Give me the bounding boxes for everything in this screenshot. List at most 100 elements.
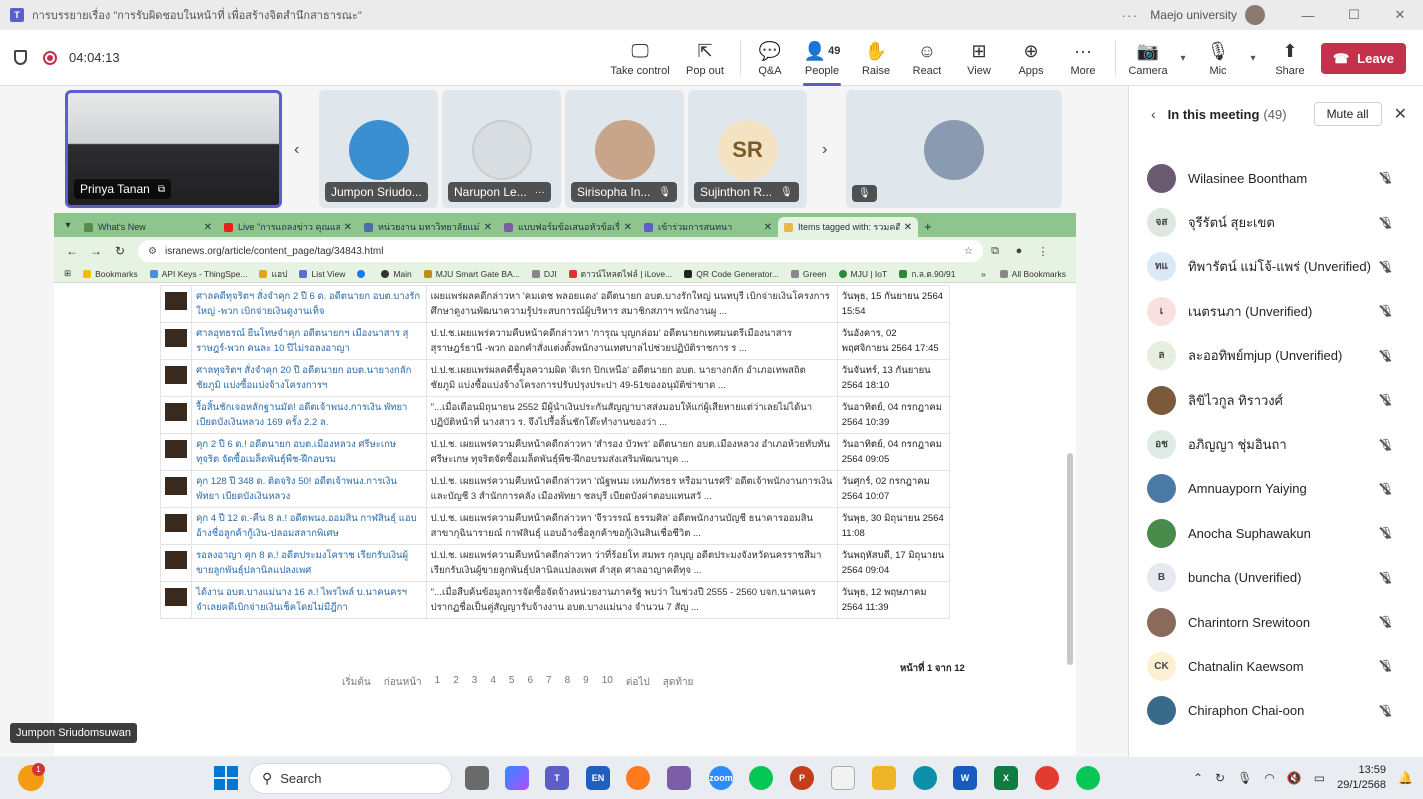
bookmark-item[interactable]: Main <box>381 269 412 279</box>
mic-off-icon[interactable]: 🎙 <box>1379 438 1394 452</box>
chevron-right-icon[interactable]: › <box>822 141 827 159</box>
page-scrollbar[interactable] <box>1066 283 1074 755</box>
close-tab-icon[interactable]: ✕ <box>764 222 772 233</box>
chrome-icon[interactable] <box>1035 766 1059 790</box>
participant-row[interactable]: CK Chatnalin Kaewsom 🎙 <box>1129 644 1423 688</box>
browser-menu-icon[interactable]: ⋮ <box>1031 245 1055 258</box>
raise-hand-button[interactable]: ✋ Raise <box>851 30 901 86</box>
battery-icon[interactable]: ▭ <box>1314 771 1325 785</box>
bookmark-item[interactable]: List View <box>299 269 345 279</box>
participant-row[interactable]: Chiraphon Chai-oon 🎙 <box>1129 689 1423 733</box>
mic-off-icon[interactable]: 🎙 <box>1379 659 1394 673</box>
camera-button[interactable]: 📷 Camera <box>1122 30 1174 86</box>
snipping-tool-icon[interactable] <box>667 766 691 790</box>
video-tile-narupon[interactable]: Narupon Le... ··· <box>442 90 561 208</box>
people-button[interactable]: 👤 49 People <box>793 30 851 86</box>
taskbar-search[interactable]: ⚲ Search <box>249 763 452 794</box>
more-options-icon[interactable]: ··· <box>1121 7 1138 23</box>
edge-icon[interactable] <box>913 766 937 790</box>
bookmark-star-icon[interactable]: ☆ <box>964 246 973 257</box>
pager-link[interactable]: 3 <box>472 675 478 690</box>
mic-off-icon[interactable]: 🎙 <box>1379 216 1394 230</box>
back-icon[interactable]: ← <box>60 244 84 258</box>
article-title-link[interactable]: ศาลทุจริตฯ สั่งจำคุก 20 ปี อดีตนายก อบต.… <box>191 359 427 397</box>
participant-row[interactable]: ลิขิไวกูล ทิราวงศ์ 🎙 <box>1129 378 1423 422</box>
pop-out-button[interactable]: ⇱ Pop out <box>676 30 734 86</box>
copilot-icon[interactable] <box>505 766 529 790</box>
bookmark-item[interactable]: QR Code Generator... <box>684 269 779 279</box>
start-button[interactable] <box>214 766 238 790</box>
pager-link[interactable]: สุดท้าย <box>663 675 694 690</box>
video-tile-jumpon[interactable]: Jumpon Sriudo... <box>319 90 438 208</box>
bookmark-item[interactable]: Green <box>790 269 827 279</box>
browser-tab[interactable]: หน่วยงาน มหาวิทยาลัยแม่โจ้ ✕ <box>358 217 498 237</box>
mic-off-icon[interactable]: 🎙 <box>1379 526 1394 540</box>
account-avatar[interactable] <box>1245 5 1265 25</box>
mic-off-icon[interactable]: 🎙 <box>1379 304 1394 318</box>
pager-link[interactable]: ก่อนหน้า <box>384 675 422 690</box>
pager-link[interactable]: 10 <box>602 675 613 690</box>
mic-off-icon[interactable]: 🎙 <box>1379 615 1394 629</box>
bookmark-item[interactable]: MJU | IoT <box>838 269 887 279</box>
article-thumbnail[interactable] <box>165 514 187 532</box>
article-title-link[interactable]: รื้อสิ้นชักเจอหลักฐานมัด! อดีตเจ้าพนง.กา… <box>191 396 427 434</box>
pager-link[interactable]: 5 <box>509 675 515 690</box>
mic-off-icon[interactable]: 🎙 <box>1379 704 1394 718</box>
forward-icon[interactable]: → <box>84 244 108 258</box>
participant-row[interactable]: Anocha Suphawakun 🎙 <box>1129 511 1423 555</box>
article-thumbnail[interactable] <box>165 292 187 310</box>
share-button[interactable]: ⬆ Share <box>1262 30 1318 86</box>
close-tab-icon[interactable]: ✕ <box>904 222 912 233</box>
line-icon[interactable] <box>1076 766 1100 790</box>
more-button[interactable]: ··· More <box>1057 30 1109 86</box>
participant-row[interactable]: ทแ ทิพารัตน์ แม่โจ้-แพร่ (Unverified) 🎙 <box>1129 245 1423 289</box>
article-title-link[interactable]: คุก 4 ปี 12 ด.-คืน 8 ล.! อดีตพนง.ออมสิน … <box>191 507 427 545</box>
notepad-icon[interactable] <box>831 766 855 790</box>
back-chevron-icon[interactable]: ‹ <box>1151 106 1156 122</box>
pager-link[interactable]: 6 <box>527 675 533 690</box>
more-options-icon[interactable]: ··· <box>535 187 545 198</box>
video-tile-prinya[interactable]: Prinya Tanan ⧉ <box>65 90 282 208</box>
pager-link[interactable]: เริ่มต้น <box>342 675 371 690</box>
article-title-link[interactable]: ได้งาน อบต.บางแม่นาง 16 ล.! ไพรไพล์ บ.นา… <box>191 581 427 619</box>
bookmark-item[interactable]: DJI <box>531 269 557 279</box>
article-title-link[interactable]: รอลงอาญา คุก 8 ด.! อดีตประมงโคราช เรียกร… <box>191 544 427 582</box>
maximize-button[interactable]: ☐ <box>1331 0 1377 30</box>
close-tab-icon[interactable]: ✕ <box>624 222 632 233</box>
participant-row[interactable]: ล ละออทิพย์mjup (Unverified) 🎙 <box>1129 334 1423 378</box>
pager-link[interactable]: 7 <box>546 675 552 690</box>
pager-link[interactable]: 2 <box>453 675 459 690</box>
notifications-bell-icon[interactable]: 🔔 <box>1398 771 1413 785</box>
word-icon[interactable]: W <box>953 766 977 790</box>
clock[interactable]: 13:59 29/1/2568 <box>1337 763 1386 793</box>
chevron-up-icon[interactable]: ⌃ <box>1193 771 1203 785</box>
article-thumbnail[interactable] <box>165 366 187 384</box>
pager-link[interactable]: 8 <box>565 675 571 690</box>
mic-off-icon[interactable]: 🎙 <box>1379 571 1394 585</box>
firefox-icon[interactable] <box>626 766 650 790</box>
bookmark-item[interactable]: แอป <box>259 267 287 281</box>
camera-options-chevron-icon[interactable]: ▾ <box>1174 30 1192 86</box>
language-icon[interactable]: EN <box>586 766 610 790</box>
bookmark-item[interactable] <box>357 269 369 278</box>
powerpoint-icon[interactable]: P <box>790 766 814 790</box>
pager-link[interactable]: 1 <box>435 675 441 690</box>
browser-tab[interactable]: What's New ✕ <box>78 217 218 237</box>
article-thumbnail[interactable] <box>165 440 187 458</box>
take-control-button[interactable]: 🖵 Take control <box>604 30 676 86</box>
mic-options-chevron-icon[interactable]: ▾ <box>1244 30 1262 86</box>
mic-button[interactable]: 🎙 Mic <box>1192 30 1244 86</box>
browser-tab[interactable]: แบบฟอร์มข้อเสนอหัวข้อเรื่อง "ก ✕ <box>498 217 638 237</box>
browser-tab-active[interactable]: Items tagged with: รวมคดีทุ ✕ <box>778 217 918 237</box>
chevron-left-icon[interactable]: ‹ <box>294 141 299 159</box>
article-title-link[interactable]: ศาลคดีทุจริตฯ สั่งจำคุก 2 ปี 6 ด. อดีตนา… <box>191 285 427 323</box>
zoom-icon[interactable]: zoom <box>709 766 733 790</box>
bookmark-item[interactable]: API Keys - ThingSpe... <box>149 269 247 279</box>
video-tile-participant[interactable]: 🎙 <box>846 90 1062 208</box>
participant-row[interactable]: Amnuayporn Yaiying 🎙 <box>1129 467 1423 511</box>
pager-link[interactable]: 9 <box>583 675 589 690</box>
participant-row[interactable]: เ เนตรนภา (Unverified) 🎙 <box>1129 289 1423 333</box>
video-tile-sirisopha[interactable]: Sirisopha In... 🎙 <box>565 90 684 208</box>
reload-icon[interactable]: ↻ <box>108 244 132 258</box>
react-button[interactable]: ☺ React <box>901 30 953 86</box>
